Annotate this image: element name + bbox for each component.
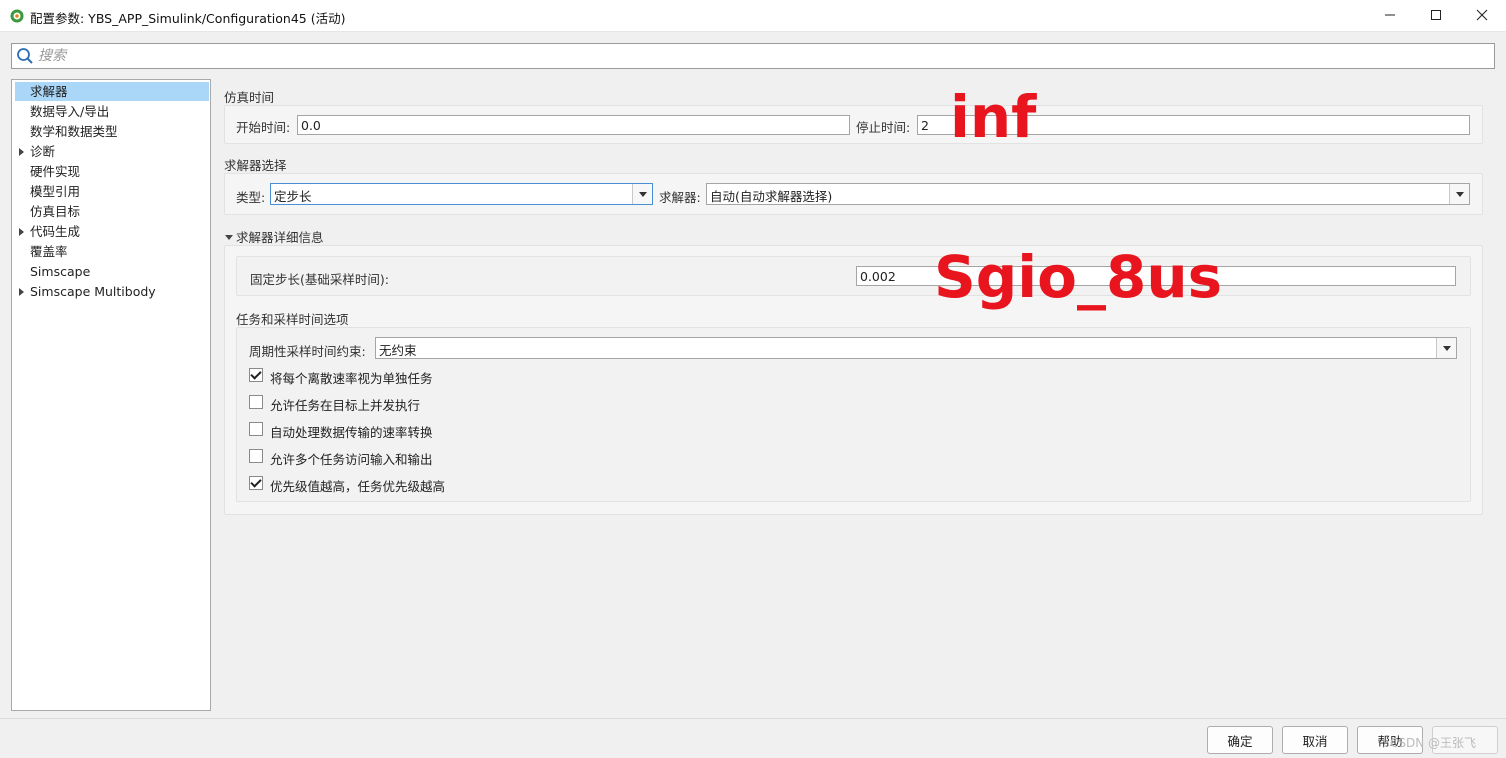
sidebar-item-model-reference[interactable]: 模型引用 (15, 182, 209, 201)
maximize-button[interactable] (1413, 0, 1459, 30)
sidebar-item-coverage[interactable]: 覆盖率 (15, 242, 209, 261)
fixed-step-label: 固定步长(基础采样时间): (250, 272, 389, 287)
periodic-constraint-select[interactable]: 无约束 (375, 337, 1457, 359)
sidebar-item-math-data-types[interactable]: 数学和数据类型 (15, 122, 209, 141)
search-icon (17, 48, 33, 64)
expand-arrow-icon[interactable] (19, 148, 24, 156)
sidebar-item-label: 硬件实现 (30, 164, 81, 179)
periodic-constraint-value: 无约束 (379, 343, 417, 358)
periodic-constraint-label: 周期性采样时间约束: (249, 344, 366, 359)
expand-arrow-icon[interactable] (19, 288, 24, 296)
section-title-solver-details: 求解器详细信息 (236, 230, 324, 245)
section-title-sim-time: 仿真时间 (224, 90, 275, 105)
maximize-icon (1431, 10, 1441, 20)
chevron-down-icon[interactable] (632, 184, 652, 204)
solver-type-label: 类型: (236, 190, 266, 205)
close-icon (1476, 9, 1488, 21)
section-title-tasking: 任务和采样时间选项 (236, 312, 349, 327)
sidebar-item-code-generation[interactable]: 代码生成 (15, 222, 209, 241)
sidebar-item-label: 代码生成 (30, 224, 81, 239)
checkbox-label: 自动处理数据传输的速率转换 (270, 425, 433, 440)
checkbox-label: 将每个离散速率视为单独任务 (270, 371, 433, 386)
search-box[interactable] (11, 43, 1495, 69)
checkbox-discrete-rates[interactable] (249, 368, 263, 382)
start-time-label: 开始时间: (236, 120, 291, 135)
sidebar-item-diagnostics[interactable]: 诊断 (15, 142, 209, 161)
sidebar-item-label: 数据导入/导出 (30, 104, 110, 119)
window-title: 配置参数: YBS_APP_Simulink/Configuration45 (… (30, 11, 346, 26)
ok-button[interactable]: 确定 (1207, 726, 1273, 754)
title-bar[interactable]: 配置参数: YBS_APP_Simulink/Configuration45 (… (0, 0, 1506, 32)
minimize-button[interactable] (1367, 0, 1413, 30)
solver-select[interactable]: 自动(自动求解器选择) (706, 183, 1470, 205)
sidebar-item-label: 数学和数据类型 (30, 124, 118, 139)
sidebar-item-label: Simscape (30, 264, 91, 279)
annotation-inf: inf (950, 83, 1037, 151)
sidebar-item-solver[interactable]: 求解器 (15, 82, 209, 101)
chevron-down-icon[interactable] (1449, 184, 1469, 204)
sidebar-item-label: 求解器 (30, 84, 68, 99)
sidebar-item-simscape[interactable]: Simscape (15, 262, 209, 281)
expand-arrow-icon[interactable] (19, 228, 24, 236)
section-title-solver-selection: 求解器选择 (224, 158, 287, 173)
sidebar-item-label: 诊断 (30, 144, 56, 159)
sidebar-item-simscape-multibody[interactable]: Simscape Multibody (15, 282, 209, 301)
checkbox-priority[interactable] (249, 476, 263, 490)
footer-bar (0, 718, 1506, 758)
solver-type-value: 定步长 (274, 189, 312, 204)
gear-icon (10, 9, 24, 23)
close-button[interactable] (1459, 0, 1505, 30)
sidebar-item-hardware[interactable]: 硬件实现 (15, 162, 209, 181)
checkbox-multi-task-io[interactable] (249, 449, 263, 463)
checkbox-label: 允许任务在目标上并发执行 (270, 398, 421, 413)
search-input[interactable] (38, 46, 1478, 66)
watermark: CSDN @王张飞 (1390, 736, 1477, 750)
collapse-arrow-icon[interactable] (224, 230, 236, 242)
annotation-sgio: Sgio_8us (934, 243, 1223, 311)
chevron-down-icon[interactable] (1436, 338, 1456, 358)
sidebar: 求解器 数据导入/导出 数学和数据类型 诊断 硬件实现 模型引用 仿真目标 代码… (11, 79, 211, 711)
sidebar-item-label: 模型引用 (30, 184, 81, 199)
solver-label: 求解器: (659, 190, 701, 205)
sidebar-item-label: 仿真目标 (30, 204, 81, 219)
solver-type-select[interactable]: 定步长 (270, 183, 653, 205)
solver-value: 自动(自动求解器选择) (710, 189, 833, 204)
sidebar-item-label: 覆盖率 (30, 244, 68, 259)
minimize-icon (1385, 14, 1395, 16)
cancel-button[interactable]: 取消 (1282, 726, 1348, 754)
start-time-input[interactable] (297, 115, 850, 135)
checkbox-label: 允许多个任务访问输入和输出 (270, 452, 433, 467)
sidebar-item-simulation-target[interactable]: 仿真目标 (15, 202, 209, 221)
checkbox-rate-transition[interactable] (249, 422, 263, 436)
checkbox-concurrent-tasks[interactable] (249, 395, 263, 409)
checkbox-label: 优先级值越高，任务优先级越高 (270, 479, 446, 494)
stop-time-label: 停止时间: (856, 120, 911, 135)
sidebar-item-data-import-export[interactable]: 数据导入/导出 (15, 102, 209, 121)
sidebar-item-label: Simscape Multibody (30, 284, 156, 299)
